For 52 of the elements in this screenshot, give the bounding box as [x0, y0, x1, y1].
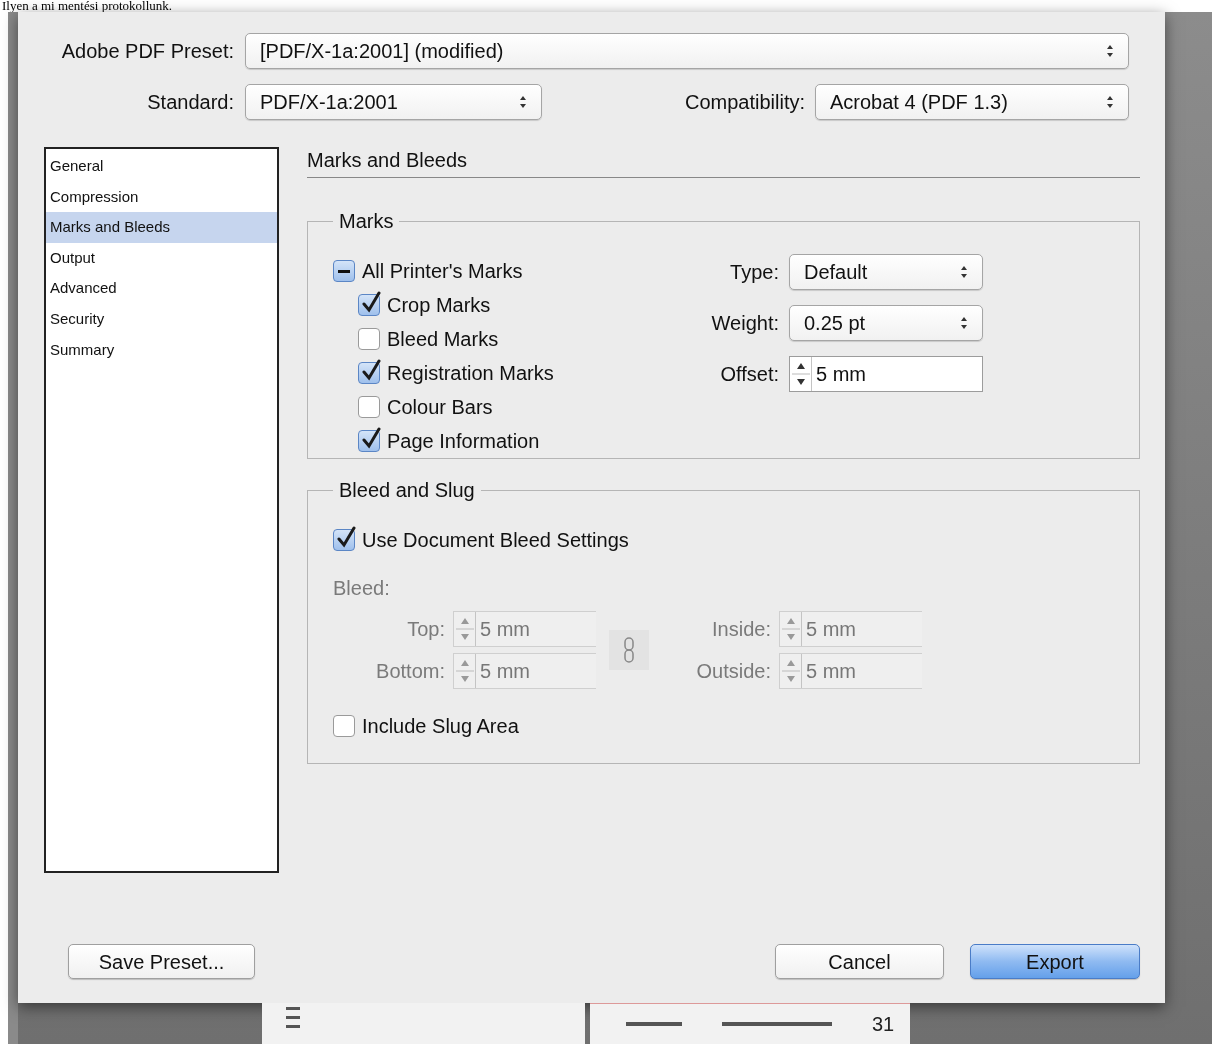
updown-arrows-icon	[960, 316, 968, 330]
checkbox[interactable]	[358, 362, 380, 384]
preset-label: Adobe PDF Preset:	[60, 39, 235, 64]
group-title: Marks	[338, 209, 395, 234]
category-item[interactable]: Compression	[46, 181, 277, 213]
bleed-field-label: Inside:	[711, 617, 772, 642]
checkbox-label: All Printer's Marks	[362, 259, 523, 284]
checkbox-label: Use Document Bleed Settings	[362, 528, 629, 553]
offset-field[interactable]: 5 mm	[789, 356, 983, 392]
section-title: Marks and Bleeds	[307, 147, 1140, 178]
page-number: 31	[872, 1012, 895, 1037]
chain-link-icon[interactable]	[609, 630, 649, 670]
checkbox[interactable]	[358, 430, 380, 452]
offset-label: Offset:	[719, 362, 780, 387]
weight-dropdown[interactable]: 0.25 pt	[789, 305, 983, 341]
category-item[interactable]: Marks and Bleeds	[46, 212, 277, 243]
weight-label: Weight:	[710, 311, 780, 336]
compatibility-dropdown[interactable]: Acrobat 4 (PDF 1.3)	[815, 84, 1129, 120]
dialog-button[interactable]: Save Preset...	[68, 944, 255, 979]
category-item[interactable]: Summary	[46, 334, 277, 366]
category-item[interactable]: Security	[46, 303, 277, 335]
bleed-label: Bleed:	[333, 576, 391, 601]
category-item[interactable]: Advanced	[46, 273, 277, 304]
checkbox[interactable]	[358, 396, 380, 418]
checkbox[interactable]	[358, 328, 380, 350]
updown-arrows-icon	[1106, 95, 1114, 109]
checkbox-label: Include Slug Area	[362, 714, 519, 739]
compatibility-label: Compatibility:	[683, 90, 806, 115]
type-dropdown[interactable]: Default	[789, 254, 983, 290]
checkbox[interactable]	[358, 294, 380, 316]
type-label: Type:	[729, 260, 780, 285]
checkbox-label: Registration Marks	[387, 361, 554, 386]
caption-text: Ilyen a mi mentési protokollunk.	[1, 0, 174, 12]
checkbox-label: Colour Bars	[387, 395, 493, 420]
category-item[interactable]: General	[46, 151, 277, 182]
standard-label: Standard:	[146, 90, 235, 115]
checkbox-label: Page Information	[387, 429, 540, 454]
preset-dropdown[interactable]: [PDF/X-1a:2001] (modified)	[245, 33, 1129, 69]
group-title: Bleed and Slug	[338, 478, 476, 503]
dialog-button[interactable]: Export	[970, 944, 1140, 979]
checkbox[interactable]	[333, 260, 355, 282]
checkbox-label: Crop Marks	[387, 293, 491, 318]
dialog-button[interactable]: Cancel	[775, 944, 944, 979]
standard-dropdown[interactable]: PDF/X-1a:2001	[245, 84, 542, 120]
bleed-field-label: Outside:	[695, 659, 772, 684]
category-item[interactable]: Output	[46, 242, 277, 274]
updown-arrows-icon	[960, 265, 968, 279]
checkbox-label: Bleed Marks	[387, 327, 499, 352]
bleed-field-label: Top:	[406, 617, 446, 642]
updown-arrows-icon	[1106, 44, 1114, 58]
bleed-field-label: Bottom:	[375, 659, 446, 684]
updown-arrows-icon	[519, 95, 527, 109]
